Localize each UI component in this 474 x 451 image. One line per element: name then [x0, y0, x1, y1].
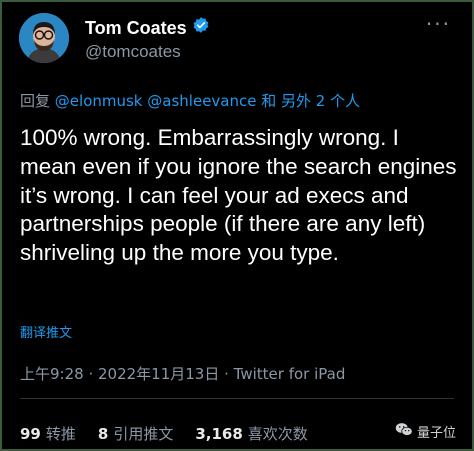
retweets-stat[interactable]: 99 转推	[20, 423, 76, 444]
mention-elonmusk[interactable]: @elonmusk	[55, 92, 143, 110]
tweet-date[interactable]: 2022年11月13日	[98, 365, 219, 383]
reply-prefix: 回复	[20, 92, 51, 110]
retweets-label: 转推	[45, 425, 76, 443]
watermark-label: 量子位	[416, 426, 456, 441]
likes-label: 喜欢次数	[247, 425, 308, 443]
avatar-illustration	[19, 13, 69, 63]
tweet-card: Tom Coates @tomcoates ··· 回复 @elonmusk @…	[0, 0, 474, 451]
mention-ashleevance[interactable]: @ashleevance	[147, 92, 256, 110]
tweet-source[interactable]: Twitter for iPad	[234, 365, 346, 383]
likes-stat[interactable]: 3,168 喜欢次数	[195, 423, 307, 444]
meta-separator-2: ·	[219, 365, 234, 383]
engagement-stats: 99 转推 8 引用推文 3,168 喜欢次数	[20, 423, 308, 444]
tweet-time[interactable]: 上午9:28	[20, 365, 84, 383]
author-name-row[interactable]: Tom Coates	[85, 16, 210, 39]
author-display-name[interactable]: Tom Coates	[85, 17, 187, 39]
avatar[interactable]	[19, 13, 69, 63]
tweet-text: 100% wrong. Embarrassingly wrong. I mean…	[20, 125, 457, 266]
verified-badge-icon	[192, 16, 210, 39]
replying-to: 回复 @elonmusk @ashleevance 和 另外 2 个人	[20, 90, 360, 111]
author-block: Tom Coates @tomcoates	[85, 16, 210, 62]
more-options-icon[interactable]: ···	[426, 14, 451, 34]
quotes-label: 引用推文	[113, 425, 174, 443]
translate-tweet-link[interactable]: 翻译推文	[20, 322, 72, 341]
likes-count: 3,168	[195, 425, 243, 443]
divider	[20, 398, 454, 399]
quotes-count: 8	[97, 425, 109, 443]
retweets-count: 99	[20, 425, 41, 443]
author-handle[interactable]: @tomcoates	[85, 42, 210, 62]
tweet-meta: 上午9:28 · 2022年11月13日 · Twitter for iPad	[20, 363, 345, 384]
watermark: 量子位	[395, 422, 456, 441]
reply-others-link[interactable]: 和 另外 2 个人	[261, 92, 360, 110]
meta-separator: ·	[83, 365, 98, 383]
wechat-icon	[395, 422, 413, 441]
tweet-header: Tom Coates @tomcoates ···	[19, 13, 459, 65]
quotes-stat[interactable]: 8 引用推文	[98, 423, 173, 444]
